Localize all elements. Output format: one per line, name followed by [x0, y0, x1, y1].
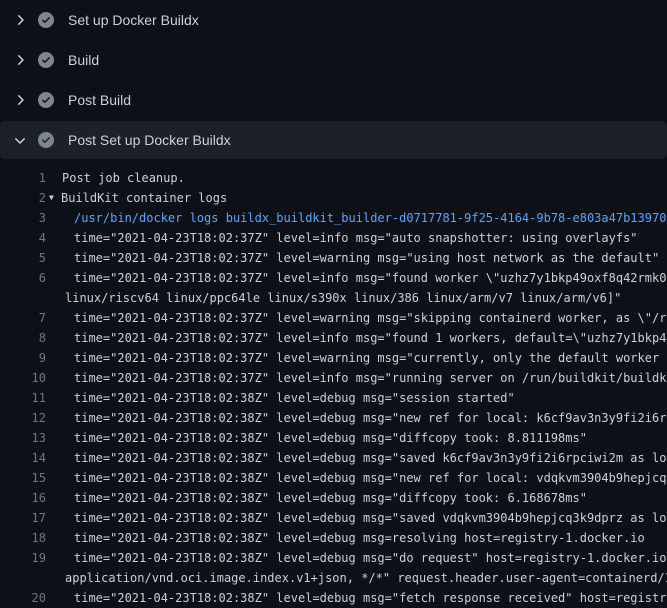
group-toggle-icon[interactable]: ▼ — [49, 188, 61, 208]
log-text: BuildKit container logs — [61, 188, 227, 208]
log-line: 17 time="2021-04-23T18:02:38Z" level=deb… — [0, 508, 667, 528]
log-text: Post job cleanup. — [62, 168, 185, 188]
line-number[interactable]: 10 — [0, 368, 46, 388]
line-number[interactable]: 12 — [0, 408, 46, 428]
log-text: time="2021-04-23T18:02:37Z" level=info m… — [74, 228, 638, 248]
check-circle-icon — [38, 52, 54, 68]
line-number[interactable]: 16 — [0, 488, 46, 508]
line-number[interactable]: 7 — [0, 308, 46, 328]
log-text: time="2021-04-23T18:02:38Z" level=debug … — [74, 528, 645, 548]
line-number[interactable]: 6 — [0, 268, 46, 288]
log-line: 5 time="2021-04-23T18:02:37Z" level=warn… — [0, 248, 667, 268]
log-line: 2 ▼ BuildKit container logs — [0, 188, 667, 208]
log-line: 1 Post job cleanup. — [0, 168, 667, 188]
log-line: 15 time="2021-04-23T18:02:38Z" level=deb… — [0, 468, 667, 488]
step-label: Build — [68, 52, 99, 68]
log-text: time="2021-04-23T18:02:37Z" level=warnin… — [74, 308, 667, 328]
line-number[interactable]: 14 — [0, 448, 46, 468]
step-label: Post Build — [68, 92, 131, 108]
check-circle-icon — [38, 92, 54, 108]
log-text: time="2021-04-23T18:02:38Z" level=debug … — [74, 388, 515, 408]
line-number[interactable]: 5 — [0, 248, 46, 268]
step-label: Set up Docker Buildx — [68, 12, 199, 28]
log-line: 3 /usr/bin/docker logs buildx_buildkit_b… — [0, 208, 667, 228]
log-text: linux/riscv64 linux/ppc64le linux/s390x … — [65, 288, 621, 308]
log-text: time="2021-04-23T18:02:38Z" level=debug … — [74, 488, 587, 508]
log-container: 1 Post job cleanup. 2 ▼ BuildKit contain… — [0, 160, 667, 608]
log-line: 18 time="2021-04-23T18:02:38Z" level=deb… — [0, 528, 667, 548]
log-line: 9 time="2021-04-23T18:02:37Z" level=warn… — [0, 348, 667, 368]
log-text: time="2021-04-23T18:02:37Z" level=info m… — [74, 268, 667, 288]
log-line: 20 time="2021-04-23T18:02:38Z" level=deb… — [0, 588, 667, 608]
log-text: time="2021-04-23T18:02:38Z" level=debug … — [74, 588, 667, 608]
log-text: application/vnd.oci.image.index.v1+json,… — [65, 568, 667, 588]
line-number[interactable]: 2 — [0, 188, 46, 208]
line-number[interactable]: 3 — [0, 208, 46, 228]
log-text: /usr/bin/docker logs buildx_buildkit_bui… — [74, 208, 666, 228]
log-line: 13 time="2021-04-23T18:02:38Z" level=deb… — [0, 428, 667, 448]
chevron-icon[interactable] — [12, 92, 28, 108]
log-text: time="2021-04-23T18:02:37Z" level=info m… — [74, 328, 667, 348]
step-label: Post Set up Docker Buildx — [68, 132, 231, 148]
log-text: time="2021-04-23T18:02:37Z" level=warnin… — [74, 348, 667, 368]
log-text: time="2021-04-23T18:02:38Z" level=debug … — [74, 468, 667, 488]
line-number[interactable]: 1 — [0, 168, 46, 188]
step-row[interactable]: Post Set up Docker Buildx — [0, 121, 667, 159]
log-line: 10 time="2021-04-23T18:02:37Z" level=inf… — [0, 368, 667, 388]
log-line: application/vnd.oci.image.index.v1+json,… — [0, 568, 667, 588]
log-line: 12 time="2021-04-23T18:02:38Z" level=deb… — [0, 408, 667, 428]
line-number[interactable] — [0, 568, 46, 588]
check-circle-icon — [38, 12, 54, 28]
log-line: 14 time="2021-04-23T18:02:38Z" level=deb… — [0, 448, 667, 468]
line-number[interactable]: 20 — [0, 588, 46, 608]
line-number[interactable]: 17 — [0, 508, 46, 528]
line-number[interactable]: 9 — [0, 348, 46, 368]
chevron-icon[interactable] — [12, 52, 28, 68]
log-text: time="2021-04-23T18:02:38Z" level=debug … — [74, 448, 667, 468]
log-line: 11 time="2021-04-23T18:02:38Z" level=deb… — [0, 388, 667, 408]
line-number[interactable]: 13 — [0, 428, 46, 448]
log-text: time="2021-04-23T18:02:38Z" level=debug … — [74, 428, 587, 448]
steps-list: Set up Docker Buildx Build Post Build Po… — [0, 0, 667, 159]
step-row[interactable]: Build — [0, 40, 667, 80]
log-text: time="2021-04-23T18:02:38Z" level=debug … — [74, 508, 667, 528]
chevron-icon[interactable] — [12, 132, 28, 148]
log-text: time="2021-04-23T18:02:37Z" level=info m… — [74, 368, 667, 388]
log-line: linux/riscv64 linux/ppc64le linux/s390x … — [0, 288, 667, 308]
step-row[interactable]: Post Build — [0, 80, 667, 120]
check-circle-icon — [38, 132, 54, 148]
log-line: 7 time="2021-04-23T18:02:37Z" level=warn… — [0, 308, 667, 328]
log-text: time="2021-04-23T18:02:38Z" level=debug … — [74, 548, 667, 568]
log-line: 19 time="2021-04-23T18:02:38Z" level=deb… — [0, 548, 667, 568]
log-line: 4 time="2021-04-23T18:02:37Z" level=info… — [0, 228, 667, 248]
chevron-icon[interactable] — [12, 12, 28, 28]
step-row[interactable]: Set up Docker Buildx — [0, 0, 667, 40]
line-number[interactable] — [0, 288, 46, 308]
log-line: 8 time="2021-04-23T18:02:37Z" level=info… — [0, 328, 667, 348]
line-number[interactable]: 4 — [0, 228, 46, 248]
line-number[interactable]: 15 — [0, 468, 46, 488]
log-text: time="2021-04-23T18:02:37Z" level=warnin… — [74, 248, 659, 268]
line-number[interactable]: 11 — [0, 388, 46, 408]
log-text: time="2021-04-23T18:02:38Z" level=debug … — [74, 408, 667, 428]
line-number[interactable]: 8 — [0, 328, 46, 348]
line-number[interactable]: 18 — [0, 528, 46, 548]
log-line: 6 time="2021-04-23T18:02:37Z" level=info… — [0, 268, 667, 288]
line-number[interactable]: 19 — [0, 548, 46, 568]
log-line: 16 time="2021-04-23T18:02:38Z" level=deb… — [0, 488, 667, 508]
